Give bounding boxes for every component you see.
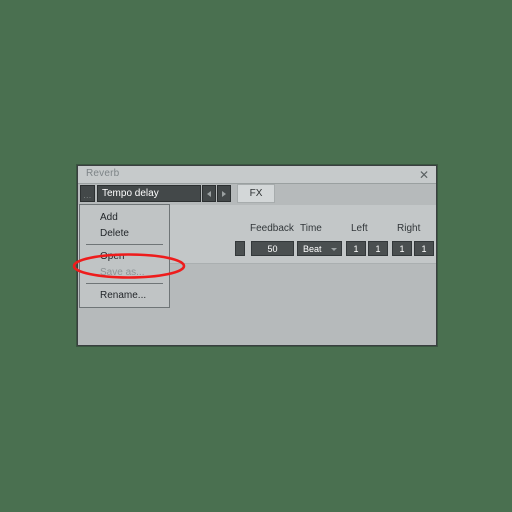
chevron-down-icon xyxy=(331,248,337,251)
chevron-left-icon xyxy=(207,190,211,197)
right-value-field-1[interactable]: 1 xyxy=(392,241,412,256)
preset-next-button[interactable] xyxy=(217,185,231,202)
left-value-field-1[interactable]: 1 xyxy=(346,241,366,256)
menu-item-open[interactable]: Open xyxy=(80,248,169,264)
right-label: Right xyxy=(397,223,421,234)
feedback-value-field[interactable]: 50 xyxy=(251,241,294,256)
menu-item-add[interactable]: Add xyxy=(80,209,169,225)
preset-dropdown-menu: Add Delete Open Save as... Rename... xyxy=(79,204,170,308)
menu-item-delete[interactable]: Delete xyxy=(80,225,169,241)
close-icon[interactable]: ✕ xyxy=(415,166,433,184)
preset-name-input[interactable]: Tempo delay xyxy=(97,185,201,202)
time-unit-select[interactable]: Beat xyxy=(297,241,342,256)
left-label: Left xyxy=(351,223,368,234)
time-unit-select-value: Beat xyxy=(303,243,322,254)
window-title-bar: Reverb ✕ xyxy=(78,166,436,184)
right-value-field-2[interactable]: 1 xyxy=(414,241,434,256)
preset-menu-button[interactable]: ... xyxy=(80,185,95,202)
fx-button[interactable]: FX xyxy=(237,184,275,203)
menu-separator xyxy=(86,244,163,245)
preset-prev-button[interactable] xyxy=(202,185,216,202)
menu-separator xyxy=(86,283,163,284)
preset-bar: ... Tempo delay FX xyxy=(78,184,436,204)
chevron-right-icon xyxy=(222,190,226,197)
menu-item-rename[interactable]: Rename... xyxy=(80,287,169,303)
menu-item-save-as: Save as... xyxy=(100,266,145,278)
left-value-field-2[interactable]: 1 xyxy=(368,241,388,256)
preset-menu-button-label: ... xyxy=(83,191,92,200)
hidden-param-field[interactable] xyxy=(235,241,245,256)
feedback-label: Feedback xyxy=(250,223,294,234)
time-label: Time xyxy=(300,223,322,234)
page-title: Reverb xyxy=(86,168,120,179)
